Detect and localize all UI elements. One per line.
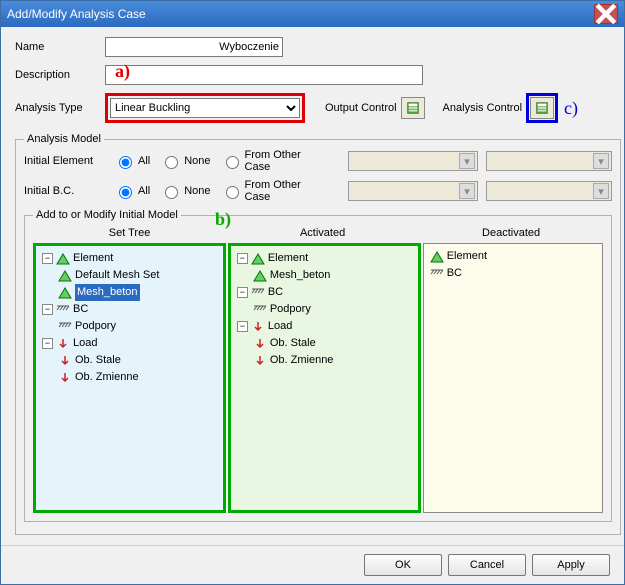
expand-icon[interactable]: − — [42, 338, 53, 349]
header-set-tree: Set Tree — [33, 225, 226, 241]
deactivated-panel[interactable]: Element BC — [423, 243, 603, 513]
initial-element-from-other[interactable]: From Other Case — [221, 149, 324, 173]
activated-panel[interactable]: − Element Mesh_beton − — [228, 243, 421, 513]
annotation-b: b) — [215, 209, 231, 230]
load-icon — [251, 321, 265, 333]
initial-element-none[interactable]: None — [160, 153, 210, 169]
cancel-button[interactable]: Cancel — [448, 554, 526, 576]
initial-element-case-select-2: ▾ — [486, 151, 612, 171]
annotation-a-box: Linear Buckling — [105, 93, 305, 123]
expand-icon[interactable]: − — [237, 287, 248, 298]
annotation-c: c) — [564, 98, 578, 119]
load-item-icon — [253, 338, 267, 350]
description-input[interactable] — [105, 65, 423, 85]
mesh-icon — [253, 270, 267, 282]
initial-bc-none[interactable]: None — [160, 183, 210, 199]
analysis-model-legend: Analysis Model — [24, 133, 104, 145]
sheet-icon — [406, 101, 420, 115]
initial-bc-case-select: ▾ — [348, 181, 478, 201]
ok-button[interactable]: OK — [364, 554, 442, 576]
dialog-body: Name Description a) Analysis Type Linear… — [1, 27, 624, 545]
chevron-down-icon: ▾ — [459, 183, 475, 199]
annotation-a: a) — [115, 61, 130, 82]
set-tree-panel[interactable]: − Element Default Mesh Set — [33, 243, 226, 513]
initial-element-all[interactable]: All — [114, 153, 150, 169]
element-icon — [56, 253, 70, 265]
analysis-type-label: Analysis Type — [15, 102, 105, 114]
expand-icon[interactable]: − — [42, 253, 53, 264]
output-control-label: Output Control — [325, 102, 397, 114]
support-icon — [58, 321, 72, 333]
dialog-footer: OK Cancel Apply — [1, 545, 624, 584]
chevron-down-icon: ▾ — [593, 153, 609, 169]
mesh-icon — [58, 287, 72, 299]
bc-icon — [56, 304, 70, 316]
load-item-icon — [253, 355, 267, 367]
bc-icon — [251, 287, 265, 299]
mesh-icon — [58, 270, 72, 282]
initial-bc-from-other[interactable]: From Other Case — [221, 179, 324, 203]
expand-icon[interactable]: − — [237, 253, 248, 264]
titlebar: Add/Modify Analysis Case — [1, 1, 624, 27]
initial-element-case-select: ▾ — [348, 151, 478, 171]
analysis-type-select[interactable]: Linear Buckling — [110, 98, 300, 118]
analysis-control-button[interactable] — [530, 97, 554, 119]
initial-element-label: Initial Element — [24, 155, 114, 167]
element-icon — [251, 253, 265, 265]
tree-selected-item[interactable]: Mesh_beton — [75, 284, 140, 301]
header-activated: Activated — [226, 225, 419, 241]
add-modify-fieldset: Add to or Modify Initial Model b) Set Tr… — [24, 209, 612, 522]
close-button[interactable] — [594, 4, 618, 24]
close-icon — [595, 3, 617, 25]
support-icon — [253, 304, 267, 316]
output-control-button[interactable] — [401, 97, 425, 119]
name-label: Name — [15, 41, 105, 53]
analysis-control-label: Analysis Control — [443, 102, 522, 114]
load-item-icon — [58, 372, 72, 384]
expand-icon[interactable]: − — [237, 321, 248, 332]
chevron-down-icon: ▾ — [593, 183, 609, 199]
load-item-icon — [58, 355, 72, 367]
dialog-window: Add/Modify Analysis Case Name Descriptio… — [0, 0, 625, 585]
sheet-icon — [535, 101, 549, 115]
add-modify-legend: Add to or Modify Initial Model — [33, 209, 181, 221]
analysis-model-fieldset: Analysis Model Initial Element All None … — [15, 133, 621, 535]
expand-icon[interactable]: − — [42, 304, 53, 315]
description-label: Description — [15, 69, 105, 81]
element-icon — [430, 251, 444, 263]
annotation-c-box — [526, 93, 558, 123]
initial-bc-case-select-2: ▾ — [486, 181, 612, 201]
chevron-down-icon: ▾ — [459, 153, 475, 169]
window-title: Add/Modify Analysis Case — [7, 7, 146, 21]
bc-icon — [430, 268, 444, 280]
initial-bc-all[interactable]: All — [114, 183, 150, 199]
name-input[interactable] — [105, 37, 283, 57]
initial-bc-label: Initial B.C. — [24, 185, 114, 197]
apply-button[interactable]: Apply — [532, 554, 610, 576]
load-icon — [56, 338, 70, 350]
header-deactivated: Deactivated — [419, 225, 603, 241]
